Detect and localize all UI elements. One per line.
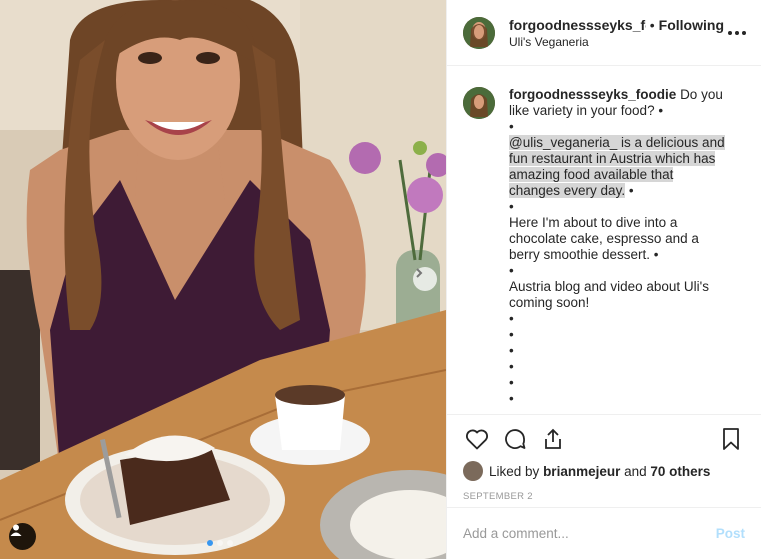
username-link[interactable]: forgoodnessseyks_foodie [509, 17, 646, 33]
share-icon [545, 428, 561, 449]
avatar-image [463, 87, 495, 119]
caption-username[interactable]: forgoodnessseyks_foodie [509, 87, 676, 102]
caption-line: • [509, 343, 514, 358]
caption-line: • [509, 359, 514, 374]
carousel-indicator [207, 540, 233, 546]
more-dot [742, 31, 746, 35]
selected-text: @ulis_veganeria_ is a delicious and fun … [509, 135, 725, 198]
location-link[interactable]: Uli's Veganeria [509, 35, 724, 49]
carousel-dot-active [207, 540, 213, 546]
caption-line: Here I'm about to dive into a chocolate … [509, 215, 699, 262]
liker-username[interactable]: brianmejeur [543, 464, 620, 479]
caption-avatar[interactable] [463, 87, 495, 119]
bookmark-icon [723, 428, 739, 450]
like-button[interactable] [463, 425, 491, 453]
post-header: forgoodnessseyks_foodie • Following Uli'… [447, 0, 761, 66]
avatar-image [463, 16, 495, 49]
caption-line: • [509, 391, 514, 406]
likes-summary: Liked by brianmejeur and 70 others [463, 461, 745, 481]
chevron-right-icon [416, 268, 423, 278]
more-options-icon [728, 31, 732, 35]
next-photo-button[interactable] [413, 267, 437, 291]
caption-line: • [509, 119, 514, 134]
caption-text: forgoodnessseyks_foodie Do you like vari… [509, 87, 725, 407]
comment-input[interactable] [463, 526, 716, 541]
save-button[interactable] [717, 425, 745, 453]
liker-avatar[interactable] [463, 461, 483, 481]
caption-line: • [509, 263, 514, 278]
carousel-dot [227, 540, 233, 546]
post-sidebar: forgoodnessseyks_foodie • Following Uli'… [446, 0, 761, 559]
caption-line-highlighted: @ulis_veganeria_ is a delicious and fun … [509, 135, 725, 199]
more-options-button[interactable] [725, 23, 749, 43]
follow-separator: • [649, 16, 655, 33]
user-tag-icon [10, 524, 22, 536]
header-text: forgoodnessseyks_foodie • Following Uli'… [509, 17, 724, 49]
comment-button[interactable] [501, 425, 529, 453]
post-comment-button[interactable]: Post [716, 526, 745, 541]
post-photo[interactable] [0, 0, 446, 559]
more-dot [735, 31, 739, 35]
caption-line: • [509, 327, 514, 342]
tagged-users-button[interactable] [9, 523, 36, 550]
caption-suffix: • [625, 183, 634, 198]
avatar[interactable] [463, 16, 495, 49]
following-button[interactable]: Following [659, 17, 724, 33]
share-button[interactable] [539, 425, 567, 453]
caption: forgoodnessseyks_foodie Do you like vari… [463, 87, 745, 407]
comment-form: Post [447, 507, 761, 559]
likes-count[interactable]: 70 others [650, 464, 710, 479]
likes-prefix: Liked by [489, 463, 540, 479]
likes-middle: and [624, 463, 647, 479]
comments-list[interactable]: forgoodnessseyks_foodie Do you like vari… [447, 67, 761, 413]
caption-line: • [509, 199, 514, 214]
post-actions: Liked by brianmejeur and 70 others SEPTE… [447, 414, 761, 502]
post-date[interactable]: SEPTEMBER 2 [463, 491, 745, 502]
caption-line: • [509, 311, 514, 326]
action-icons [463, 425, 745, 453]
carousel-dot [217, 540, 223, 546]
caption-line: • [509, 375, 514, 390]
caption-line: Austria blog and video about Uli's comin… [509, 279, 709, 310]
photo-illustration [0, 0, 446, 559]
heart-icon [465, 429, 489, 450]
comment-icon [505, 429, 526, 449]
